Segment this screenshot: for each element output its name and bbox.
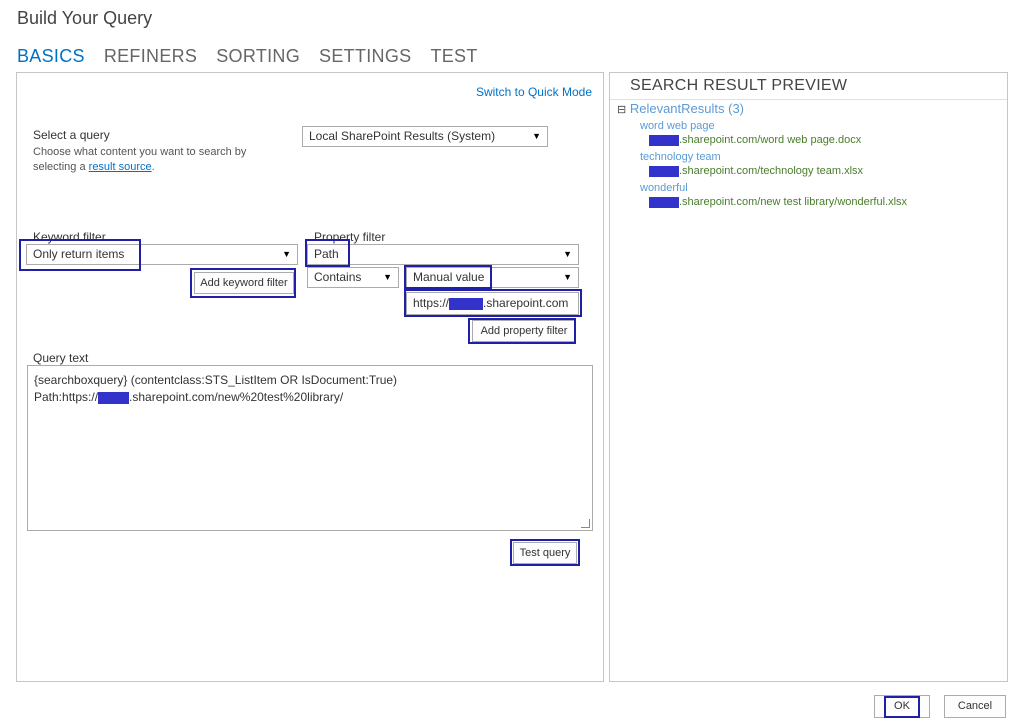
resize-handle[interactable] bbox=[581, 519, 590, 528]
select-query-help: Choose what content you want to search b… bbox=[33, 145, 273, 175]
result-url: .sharepoint.com/word web page.docx bbox=[640, 134, 1000, 146]
result-url-text: .sharepoint.com/new test library/wonderf… bbox=[679, 196, 908, 208]
query-line-2: Path:https:// .sharepoint.com/new%20test%… bbox=[34, 389, 586, 406]
test-query-highlight bbox=[510, 539, 580, 566]
chevron-down-icon: ▼ bbox=[532, 131, 541, 141]
chevron-down-icon: ▼ bbox=[563, 272, 572, 282]
redacted-tenant bbox=[649, 165, 679, 177]
query-line-2-prefix: Path:https:// bbox=[34, 390, 99, 404]
result-url-text: .sharepoint.com/technology team.xlsx bbox=[679, 165, 864, 177]
result-item[interactable]: wonderful .sharepoint.com/new test libra… bbox=[640, 182, 1000, 213]
query-line-2-suffix: .sharepoint.com/new%20test%20library/ bbox=[129, 390, 344, 404]
redacted-tenant bbox=[649, 196, 679, 208]
result-url: .sharepoint.com/new test library/wonderf… bbox=[640, 196, 1000, 208]
result-title[interactable]: wonderful bbox=[640, 182, 1000, 194]
result-url-text: .sharepoint.com/word web page.docx bbox=[679, 134, 862, 146]
dialog-title: Build Your Query bbox=[17, 8, 153, 28]
chevron-down-icon: ▼ bbox=[282, 249, 291, 259]
select-query-label: Select a query bbox=[33, 128, 110, 142]
tab-refiners[interactable]: REFINERS bbox=[104, 46, 197, 67]
query-line-1: {searchboxquery} (contentclass:STS_ListI… bbox=[34, 373, 398, 387]
redacted-tenant bbox=[98, 391, 130, 404]
chevron-down-icon: ▼ bbox=[383, 272, 392, 282]
cancel-button[interactable]: Cancel bbox=[944, 695, 1006, 718]
keyword-filter-highlight bbox=[19, 239, 141, 271]
result-source-select[interactable]: Local SharePoint Results (System) ▼ bbox=[302, 126, 548, 147]
tab-bar: BASICS REFINERS SORTING SETTINGS TEST bbox=[17, 46, 497, 67]
add-property-filter-highlight bbox=[468, 318, 576, 344]
query-text-label: Query text bbox=[33, 351, 89, 365]
value-type-highlight bbox=[404, 265, 492, 289]
result-list: word web page .sharepoint.com/word web p… bbox=[640, 120, 1000, 213]
result-item[interactable]: technology team .sharepoint.com/technolo… bbox=[640, 151, 1000, 182]
results-group[interactable]: ⊟ RelevantResults (3) bbox=[617, 101, 744, 116]
preview-panel: SEARCH RESULT PREVIEW ⊟ RelevantResults … bbox=[609, 72, 1008, 682]
ok-highlight bbox=[884, 696, 920, 718]
result-title[interactable]: technology team bbox=[640, 151, 1000, 163]
help-period: . bbox=[151, 161, 155, 173]
operator-select[interactable]: Contains ▼ bbox=[307, 267, 399, 288]
result-title[interactable]: word web page bbox=[640, 120, 1000, 132]
preview-heading: SEARCH RESULT PREVIEW bbox=[630, 77, 848, 94]
add-keyword-filter-highlight bbox=[190, 268, 296, 298]
query-text-area[interactable]: {searchboxquery} (contentclass:STS_ListI… bbox=[27, 365, 593, 531]
chevron-down-icon: ▼ bbox=[563, 249, 572, 259]
switch-quick-mode-link[interactable]: Switch to Quick Mode bbox=[476, 85, 592, 99]
property-highlight bbox=[305, 239, 350, 267]
manual-value-highlight bbox=[404, 289, 582, 317]
collapse-icon[interactable]: ⊟ bbox=[617, 104, 626, 116]
basics-panel: Switch to Quick Mode Select a query Choo… bbox=[16, 72, 604, 682]
result-url: .sharepoint.com/technology team.xlsx bbox=[640, 165, 1000, 177]
tab-settings[interactable]: SETTINGS bbox=[319, 46, 411, 67]
result-source-link[interactable]: result source bbox=[89, 161, 152, 173]
result-source-value: Local SharePoint Results (System) bbox=[309, 129, 496, 143]
result-item[interactable]: word web page .sharepoint.com/word web p… bbox=[640, 120, 1000, 151]
tab-basics[interactable]: BASICS bbox=[17, 46, 85, 67]
results-group-label: RelevantResults (3) bbox=[629, 101, 744, 116]
preview-divider bbox=[610, 99, 1007, 100]
tab-test[interactable]: TEST bbox=[430, 46, 477, 67]
redacted-tenant bbox=[649, 134, 679, 146]
operator-value: Contains bbox=[314, 270, 362, 284]
tab-sorting[interactable]: SORTING bbox=[216, 46, 300, 67]
